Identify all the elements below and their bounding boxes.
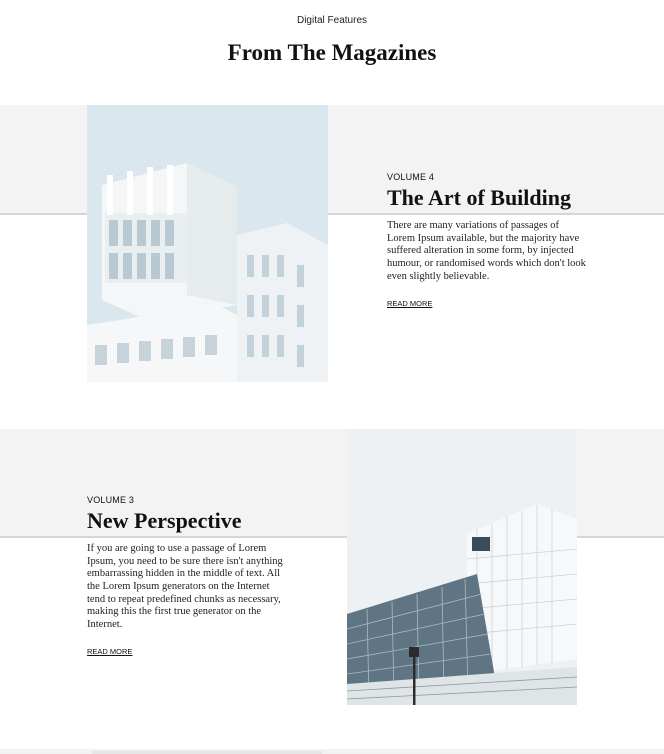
next-section-edge (0, 749, 664, 754)
article-excerpt: There are many variations of passages of… (387, 220, 586, 282)
white-modular-building-photo (87, 105, 328, 382)
volume-label: VOLUME 4 (387, 172, 435, 182)
section-eyebrow: Digital Features (296, 15, 368, 26)
article-excerpt: If you are going to use a passage of Lor… (87, 543, 283, 630)
article-title: New Perspective (87, 508, 242, 533)
read-more-link[interactable]: READ MORE (387, 299, 432, 308)
read-more-link[interactable]: READ MORE (87, 647, 132, 656)
article-card: VOLUME 4 The Art of Building There are m… (387, 172, 587, 311)
volume-label: VOLUME 3 (87, 495, 135, 505)
page-title: From The Magazines (227, 40, 437, 65)
article-title: The Art of Building (387, 185, 571, 210)
glass-facade-building-photo (347, 429, 577, 705)
article-card: VOLUME 3 New Perspective If you are goin… (87, 495, 287, 659)
